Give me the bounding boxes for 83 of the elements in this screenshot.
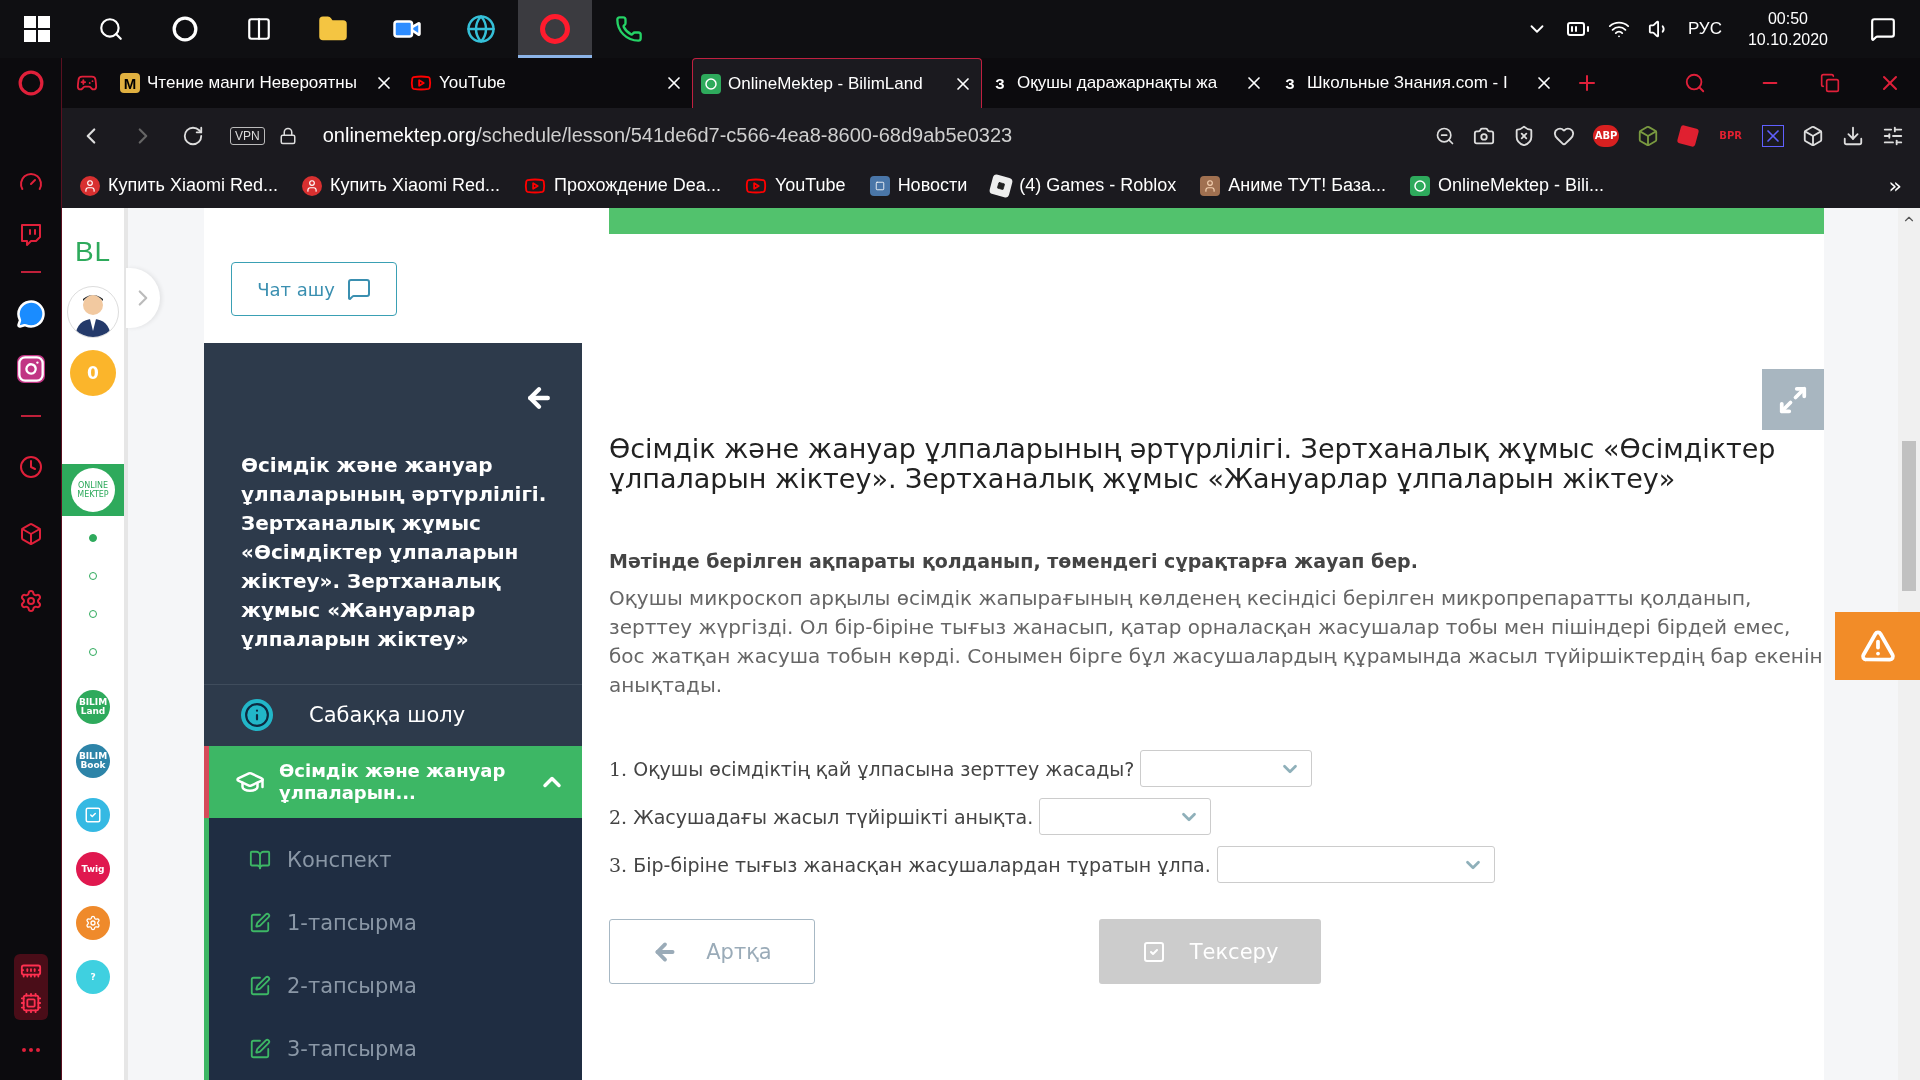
site-icon — [869, 175, 890, 196]
ring-icon[interactable] — [17, 70, 44, 96]
site-logo: З — [1284, 73, 1296, 93]
site-icon — [989, 173, 1014, 198]
site-icon — [1410, 175, 1431, 196]
bookmark[interactable]: OnlineMektep - Bili... — [1410, 175, 1605, 196]
menu-item[interactable]: Сабаққа шолу — [204, 685, 582, 746]
checkbox-icon — [1141, 939, 1166, 964]
menu-item[interactable]: 3-тапсырма — [209, 1017, 582, 1080]
restore-icon[interactable] — [1820, 73, 1840, 93]
windows-icon — [24, 16, 50, 42]
app-logo[interactable]: Twig — [76, 852, 110, 886]
bookmark[interactable]: Прохождение Dea... — [523, 174, 721, 197]
phone-icon — [615, 15, 643, 43]
search-icon[interactable] — [1684, 72, 1706, 94]
info-icon — [241, 699, 273, 732]
question-text: 1. Оқушы өсімдіктің қай ұлпасына зерттеу жасады? — [609, 757, 1135, 780]
menu-item[interactable]: Конспект — [209, 828, 582, 891]
clock-icon[interactable] — [18, 454, 43, 479]
book-icon — [249, 848, 271, 871]
chat-icon — [346, 277, 371, 301]
site-icon — [301, 175, 322, 196]
menu-item[interactable]: 2-тапсырма — [209, 954, 582, 1017]
chip-icon[interactable] — [19, 992, 42, 1014]
extension-icon[interactable]: BPR — [1717, 124, 1744, 147]
lesson-text: Оқушы микроскоп арқылы өсімдік жапырағының көлденең кесіндісі берілген микропрепаратты қолданып, зерттеу жүргізді. Ол бір-біріне тығыз жанасып, қатар орналасқан жасушалар тобы мен пішіндері бірдей емес, бос жатқан жасуша тобын көрді. Сонымен бірге бұл жасушалардың құрамында жасыл түйіршіктердің бар екенін анықтады. — [609, 585, 1824, 699]
pencil-icon — [249, 911, 271, 934]
site-icon — [80, 175, 100, 196]
app-logo[interactable]: BILIM Book — [76, 744, 110, 778]
clock-time[interactable]: 00:50 — [1767, 8, 1808, 29]
menu-item[interactable]: 1-тапсырма — [209, 891, 582, 954]
address-field[interactable]: onlinemektep.org/schedule/lesson/541de6d7-c566-4ea8-8600-68d9ab5e0323 — [322, 124, 1013, 147]
step-dot[interactable] — [89, 534, 97, 542]
vpn-badge[interactable]: VPN — [230, 126, 265, 145]
notifications-icon[interactable] — [1870, 16, 1896, 42]
bookmark[interactable]: Купить Xiaomi Red... — [301, 175, 500, 196]
more-bookmarks-button[interactable]: » — [1888, 173, 1902, 198]
browser-tab[interactable]: OnlineMektep - BilimLand — [692, 58, 982, 108]
zoom-icon[interactable] — [1434, 125, 1455, 146]
bookmark[interactable]: YouTube — [744, 174, 846, 197]
site-logo: M — [120, 73, 140, 93]
site-icon — [701, 73, 721, 94]
bookmark[interactable]: Новости — [869, 175, 968, 196]
warning-icon — [1859, 628, 1896, 664]
browser-tab[interactable]: З Школьные Знания.com - I — [1272, 58, 1562, 108]
expand-icon — [1778, 384, 1808, 415]
site-logo: З — [994, 73, 1006, 93]
task-view-icon — [246, 16, 272, 42]
lesson-heading: Өсімдік және жануар ұлпаларының әртүрлілігі. Зертханалық жұмыс «Өсімдіктер ұлпаларын жіктеу». Зертханалық жұмыс «Жануарлар ұлпаларын жіктеу» — [609, 434, 1777, 494]
circle-icon — [172, 16, 198, 42]
pencil-icon — [249, 974, 271, 997]
search-icon — [98, 16, 124, 42]
browser-tab[interactable]: З Оқушы даражарнақты жа — [982, 58, 1272, 108]
extension-icon[interactable]: ABP — [1592, 124, 1620, 147]
coin-count: 0 — [70, 350, 116, 396]
instruction: Мәтінде берілген ақпараты қолданып, төмендегі сұрақтарға жауап бер. — [609, 550, 1419, 572]
lock-icon — [278, 126, 297, 145]
reload-icon[interactable] — [182, 124, 204, 147]
bookmark[interactable]: Аниме ТУТ! База... — [1200, 175, 1387, 196]
site-icon — [1200, 175, 1221, 196]
scrollbar-thumb[interactable] — [1902, 441, 1916, 591]
download-icon[interactable] — [1842, 124, 1864, 147]
camera-icon[interactable] — [16, 355, 45, 383]
browser-tab[interactable]: YouTube — [402, 58, 692, 108]
pencil-icon — [249, 1037, 271, 1060]
twitch-icon[interactable] — [18, 223, 43, 247]
app-logo: ONLINE MEKTEP — [71, 468, 115, 512]
x-square-icon[interactable] — [1762, 124, 1784, 147]
lesson-title: Өсімдік және жануар ұлпаларының әртүрлілігі. Зертханалық жұмыс «Өсімдіктер ұлпаларын жіктеу». Зертханалық жұмыс «Жануарлар ұлпаларын жіктеу» — [204, 413, 582, 685]
settings-icon[interactable] — [1882, 124, 1904, 147]
browser-tab[interactable]: M Чтение манги Невероятны — [112, 58, 402, 108]
bookmark[interactable]: (4) Games - Roblox — [991, 175, 1177, 196]
question-text: 3. Бір-біріне тығыз жанасқан жасушалардан тұратын ұлпа. — [609, 853, 1211, 876]
clock-date[interactable]: 10.10.2020 — [1747, 29, 1828, 50]
cube-icon[interactable] — [1802, 124, 1824, 147]
language-indicator[interactable]: РУС — [1687, 19, 1722, 39]
chat-bubble-icon[interactable] — [15, 299, 46, 329]
question-text: 2. Жасушадағы жасыл түйіршікті анықта. — [609, 805, 1034, 828]
chat-button[interactable]: Чат ашу — [231, 262, 397, 316]
globe-icon — [466, 14, 496, 44]
ring-icon — [540, 14, 570, 44]
bookmark[interactable]: Купить Xiaomi Red... — [80, 175, 278, 196]
cube-icon[interactable] — [1637, 124, 1660, 147]
